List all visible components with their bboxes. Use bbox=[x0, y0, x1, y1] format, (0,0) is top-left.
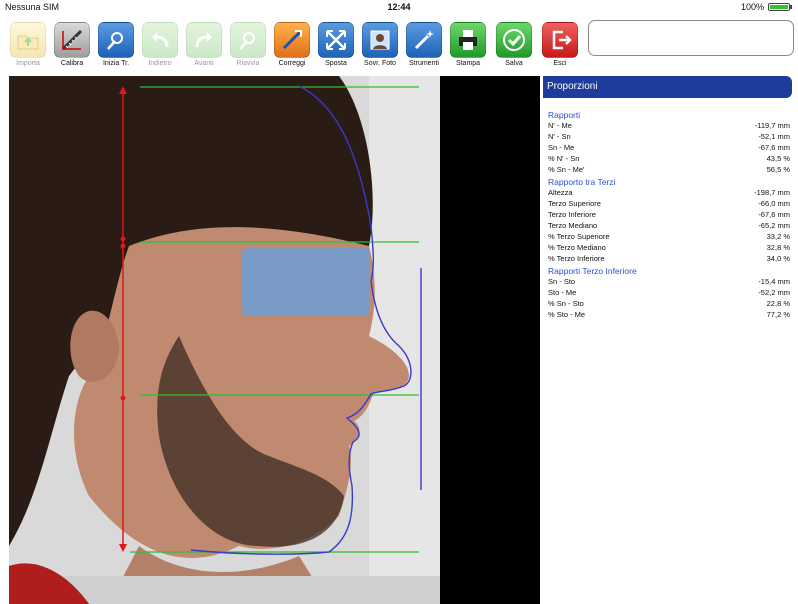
stampa-label: Stampa bbox=[455, 60, 481, 67]
strumenti-button[interactable]: Strumenti bbox=[402, 22, 446, 67]
status-bar: Nessuna SIM 12:44 100% bbox=[0, 0, 798, 14]
esci-button[interactable]: Esci bbox=[538, 22, 582, 67]
checkmark-icon bbox=[496, 22, 532, 58]
printer-icon bbox=[450, 22, 486, 58]
list-item: N' - Sn -52,1 mm bbox=[548, 132, 790, 141]
undo-icon bbox=[142, 22, 178, 58]
list-item: Terzo Inferiore -67,6 mm bbox=[548, 210, 790, 219]
restart-icon bbox=[230, 22, 266, 58]
indietro-label: Indietro bbox=[148, 60, 172, 67]
list-item: N' - Me -119,7 mm bbox=[548, 121, 790, 130]
riavvia-button[interactable]: Riavvia bbox=[226, 22, 270, 67]
proportions-panel: Proporzioni Rapporti N' - Me -119,7 mm N'… bbox=[540, 76, 798, 604]
sposta-button[interactable]: Sposta bbox=[314, 22, 358, 67]
trace-start-icon bbox=[98, 22, 134, 58]
correct-icon bbox=[274, 22, 310, 58]
battery-icon bbox=[768, 3, 790, 11]
stampa-button[interactable]: Stampa bbox=[446, 22, 490, 67]
photo-canvas bbox=[9, 76, 440, 604]
toolbar: Importa Calibra Inizia Tr. Indietro Avan… bbox=[0, 14, 798, 74]
patient-photo[interactable] bbox=[9, 76, 440, 604]
list-item: % Terzo Mediano 32,8 % bbox=[548, 243, 790, 252]
photo-overlay-icon bbox=[362, 22, 398, 58]
list-item: % Terzo Superiore 33,2 % bbox=[548, 232, 790, 241]
strumenti-label: Strumenti bbox=[409, 60, 439, 67]
list-item: Terzo Superiore -66,0 mm bbox=[548, 199, 790, 208]
correggi-label: Correggi bbox=[278, 60, 306, 67]
list-item: Sn - Sto -15,4 mm bbox=[548, 277, 790, 286]
list-item: Sn - Me -67,6 mm bbox=[548, 143, 790, 152]
import-label: Importa bbox=[16, 60, 40, 67]
redo-icon bbox=[186, 22, 222, 58]
avanti-button[interactable]: Avanti bbox=[182, 22, 226, 67]
sovr-foto-label: Sovr. Foto bbox=[364, 60, 396, 67]
exit-icon bbox=[542, 22, 578, 58]
list-item: Sto - Me -52,2 mm bbox=[548, 288, 790, 297]
calibra-label: Calibra bbox=[60, 60, 84, 67]
inizia-label: Inizia Tr. bbox=[102, 60, 130, 67]
clock: 12:44 bbox=[387, 2, 411, 12]
section-title: Rapporti bbox=[548, 110, 581, 120]
salva-button[interactable]: Salva bbox=[492, 22, 536, 67]
list-item: % N' - Sn 43,5 % bbox=[548, 154, 790, 163]
battery-percent: 100% bbox=[740, 2, 764, 12]
magic-wand-icon bbox=[406, 22, 442, 58]
ruler-icon bbox=[54, 22, 90, 58]
riavvia-label: Riavvia bbox=[236, 60, 260, 67]
list-item: % Sto - Me 77,2 % bbox=[548, 310, 790, 319]
list-item: % Terzo Inferiore 34,0 % bbox=[548, 254, 790, 263]
photo-padding bbox=[440, 76, 540, 604]
section-title: Rapporti Terzo Inferiore bbox=[548, 266, 637, 276]
avanti-label: Avanti bbox=[194, 60, 214, 67]
list-item: Terzo Mediano -65,2 mm bbox=[548, 221, 790, 230]
calibra-button[interactable]: Calibra bbox=[50, 22, 94, 67]
sposta-label: Sposta bbox=[325, 60, 347, 67]
list-item: % Sn - Sto 22,8 % bbox=[548, 299, 790, 308]
indietro-button[interactable]: Indietro bbox=[138, 22, 182, 67]
panel-title: Proporzioni bbox=[543, 76, 792, 98]
folder-import-icon bbox=[10, 22, 46, 58]
list-item: % Sn - Me' 56,5 % bbox=[548, 165, 790, 174]
section-title: Rapporto tra Terzi bbox=[548, 177, 616, 187]
list-item: Altezza -198,7 mm bbox=[548, 188, 790, 197]
correggi-button[interactable]: Correggi bbox=[270, 22, 314, 67]
move-icon bbox=[318, 22, 354, 58]
esci-label: Esci bbox=[553, 60, 567, 67]
privacy-mask bbox=[242, 248, 370, 316]
salva-label: Salva bbox=[505, 60, 523, 67]
import-button[interactable]: Importa bbox=[6, 22, 50, 67]
name-field[interactable] bbox=[588, 20, 794, 56]
sovr-foto-button[interactable]: Sovr. Foto bbox=[358, 22, 402, 67]
inizia-button[interactable]: Inizia Tr. bbox=[94, 22, 138, 67]
